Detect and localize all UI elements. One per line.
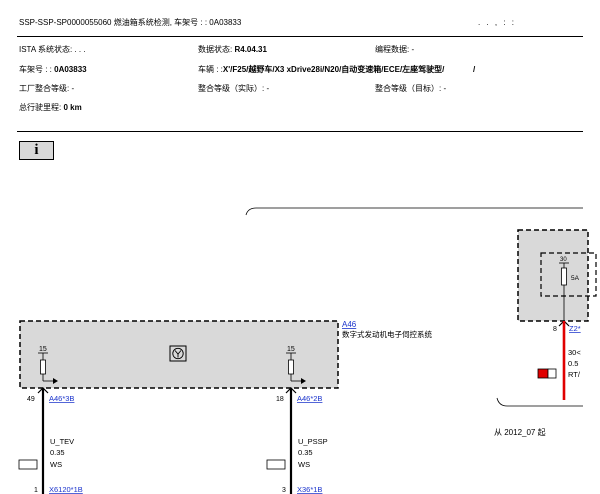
bottom-connector-right-link[interactable]: X36*1B xyxy=(297,485,322,494)
from-date-label: 从 2012_07 起 xyxy=(494,428,546,437)
a46-control-unit-box xyxy=(19,320,339,389)
pin-number-right: 18 xyxy=(276,396,284,403)
wire-right-color: WS xyxy=(298,460,310,469)
wire-left-signal: U_TEV xyxy=(50,437,74,446)
wire-red-color: RT/ xyxy=(568,370,581,379)
svg-text:15: 15 xyxy=(39,346,47,353)
connector-left-link[interactable]: A46*3B xyxy=(49,394,74,403)
pin-number-left: 49 xyxy=(27,396,35,403)
pin-number-top: 8 xyxy=(553,326,557,333)
wire-left-gauge: 0.35 xyxy=(50,448,65,457)
wiring-diagram: A46 数字式发动机电子伺控系统 15 15 49 A46*3B U_TEV 0… xyxy=(18,207,597,494)
wire-left-color: WS xyxy=(50,460,62,469)
bottom-pin-left: 1 xyxy=(34,487,38,494)
wire-red-gauge-a: 30< xyxy=(568,348,581,357)
connector-top-link[interactable]: Z2* xyxy=(569,324,581,333)
bottom-connector-left-link[interactable]: X6120*1B xyxy=(49,485,83,494)
wire-right-color-swatch xyxy=(266,459,286,470)
wire-red-gauge-b: 0.5 xyxy=(568,359,578,368)
a46-link[interactable]: A46 xyxy=(342,320,357,329)
wire-right-signal: U_PSSP xyxy=(298,437,328,446)
group-bracket-bottom xyxy=(496,397,583,407)
wire-left-color-swatch xyxy=(18,459,38,470)
svg-text:30: 30 xyxy=(560,257,567,263)
svg-text:15: 15 xyxy=(287,346,295,353)
wire-right-gauge: 0.35 xyxy=(298,448,313,457)
svg-text:5A: 5A xyxy=(571,275,580,282)
wire-red-color-swatch xyxy=(537,368,557,379)
a46-description: 数字式发动机电子伺控系统 xyxy=(342,329,432,339)
bottom-pin-right: 3 xyxy=(282,487,286,494)
group-bracket-top xyxy=(245,207,583,216)
connector-right-link[interactable]: A46*2B xyxy=(297,394,322,403)
